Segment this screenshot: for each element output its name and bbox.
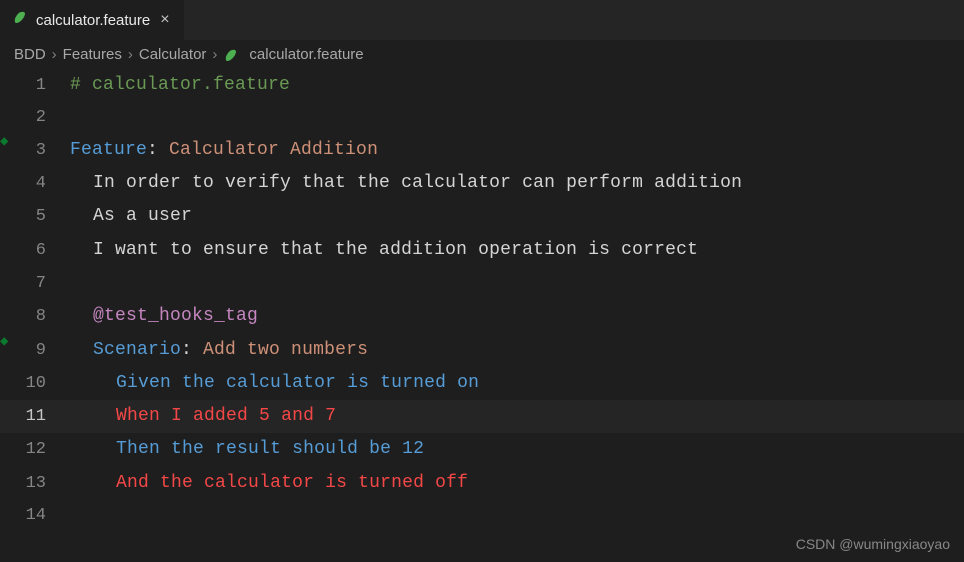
tab-bar: calculator.feature × — [0, 0, 964, 40]
step-keyword: When — [116, 406, 171, 426]
breadcrumb-item[interactable]: Calculator — [139, 46, 207, 63]
line-number: ◆9 — [0, 335, 70, 366]
line-number: 6 — [0, 235, 70, 266]
code-line[interactable]: 4 In order to verify that the calculator… — [0, 167, 964, 200]
line-number: 4 — [0, 168, 70, 199]
breadcrumb-item[interactable]: BDD — [14, 46, 46, 63]
code-line[interactable]: ◆9 Scenario: Add two numbers — [0, 334, 964, 367]
line-number: 14 — [0, 500, 70, 531]
chevron-right-icon: › — [128, 46, 133, 63]
description-text: In order to verify that the calculator c… — [93, 173, 742, 193]
code-line[interactable]: 14 — [0, 500, 964, 531]
code-line[interactable]: 11 When I added 5 and 7 — [0, 400, 964, 433]
line-number: 1 — [0, 70, 70, 101]
step-keyword: Given — [116, 373, 182, 393]
feature-name: Calculator Addition — [169, 140, 378, 160]
code-line[interactable]: 5 As a user — [0, 200, 964, 233]
step-text: I added 5 and 7 — [171, 406, 336, 426]
step-text: the calculator is turned on — [182, 373, 479, 393]
line-number: 2 — [0, 102, 70, 133]
tag-text: @test_hooks_tag — [93, 306, 258, 326]
cucumber-icon — [12, 9, 28, 31]
line-number: 5 — [0, 201, 70, 232]
code-line[interactable]: 8 @test_hooks_tag — [0, 300, 964, 333]
code-line[interactable]: 6 I want to ensure that the addition ope… — [0, 234, 964, 267]
code-line[interactable]: 2 — [0, 102, 964, 133]
chevron-right-icon: › — [52, 46, 57, 63]
description-text: I want to ensure that the addition opera… — [93, 240, 698, 260]
chevron-right-icon: › — [212, 46, 217, 63]
tab-label: calculator.feature — [36, 12, 150, 29]
cucumber-icon — [223, 46, 243, 63]
code-line[interactable]: 10 Given the calculator is turned on — [0, 367, 964, 400]
close-icon[interactable]: × — [158, 11, 171, 29]
diamond-marker-icon: ◆ — [0, 335, 8, 349]
diamond-marker-icon: ◆ — [0, 135, 8, 149]
line-number: 12 — [0, 434, 70, 465]
code-line[interactable]: 1 # calculator.feature — [0, 69, 964, 102]
tab-calculator-feature[interactable]: calculator.feature × — [0, 0, 185, 40]
step-text: the result should be 12 — [171, 439, 424, 459]
code-line[interactable]: ◆3 Feature: Calculator Addition — [0, 134, 964, 167]
step-keyword: And — [116, 473, 160, 493]
line-number: 7 — [0, 268, 70, 299]
keyword: Feature — [70, 140, 147, 160]
line-number: 11 — [0, 401, 70, 432]
breadcrumb-item[interactable]: calculator.feature — [249, 46, 363, 63]
breadcrumb[interactable]: BDD › Features › Calculator › calculator… — [0, 40, 964, 69]
watermark-text: CSDN @wumingxiaoyao — [796, 536, 950, 552]
keyword: Scenario — [93, 340, 181, 360]
step-text: the calculator is turned off — [160, 473, 468, 493]
line-number: 8 — [0, 301, 70, 332]
code-editor[interactable]: 1 # calculator.feature 2 ◆3 Feature: Cal… — [0, 69, 964, 531]
description-text: As a user — [93, 206, 192, 226]
scenario-name: Add two numbers — [203, 340, 368, 360]
comment-text: # calculator.feature — [70, 75, 290, 95]
code-line[interactable]: 12 Then the result should be 12 — [0, 433, 964, 466]
line-number: 13 — [0, 468, 70, 499]
code-line[interactable]: 13 And the calculator is turned off — [0, 467, 964, 500]
line-number: 10 — [0, 368, 70, 399]
step-keyword: Then — [116, 439, 171, 459]
line-number: ◆3 — [0, 135, 70, 166]
breadcrumb-item[interactable]: Features — [63, 46, 122, 63]
code-line[interactable]: 7 — [0, 267, 964, 300]
